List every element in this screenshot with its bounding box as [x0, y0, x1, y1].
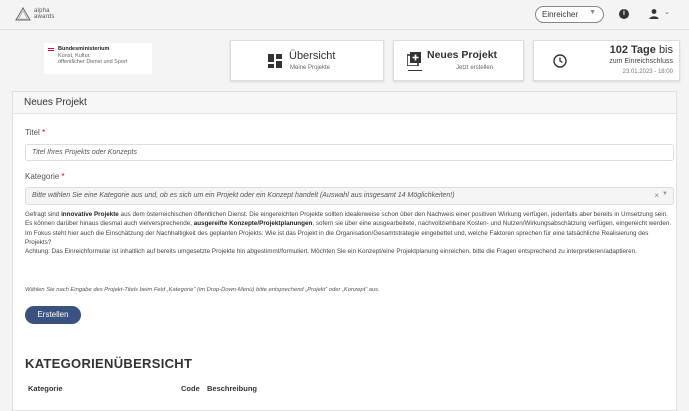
category-overview-heading: KATEGORIENÜBERSICHT — [25, 356, 193, 371]
austria-flag-icon — [48, 48, 54, 51]
active-indicator — [408, 70, 422, 71]
column-header-category[interactable]: Kategorie — [28, 384, 63, 393]
category-label-text: Kategorie — [25, 172, 60, 181]
role-select[interactable]: Einreicher ▼ — [535, 6, 604, 23]
category-select[interactable]: Bitte wählen Sie eine Kategorie aus und,… — [25, 187, 674, 205]
alpha-awards-logo[interactable]: alpha awards — [15, 7, 55, 21]
top-bar: alpha awards Einreicher ▼ i ⌄ — [0, 0, 689, 30]
deadline-days-value: 102 Tage — [609, 44, 656, 56]
title-input-placeholder: Titel Ihres Projekts oder Konzepts — [32, 149, 137, 156]
category-hint: Wählen Sie nach Eingabe des Projekt-Tite… — [25, 287, 380, 293]
logo-line-2: awards — [34, 14, 55, 20]
deadline-card: 102 Tage bis zum Einreichschluss 23.01.2… — [533, 40, 680, 81]
chevron-down-icon: ▼ — [589, 9, 596, 16]
new-project-panel: Neues Projekt Titel * Titel Ihres Projek… — [12, 91, 677, 411]
title-input[interactable]: Titel Ihres Projekts oder Konzepts — [25, 144, 674, 161]
description-paragraph-1: Gefragt sind innovative Projekte aus dem… — [25, 210, 673, 248]
user-menu-chevron-icon[interactable]: ⌄ — [664, 8, 670, 16]
title-label: Titel * — [25, 128, 45, 137]
desc-p1-d: ausgereifte Konzepte/Projektplanungen — [193, 220, 313, 228]
role-select-value: Einreicher — [542, 10, 579, 19]
nav-overview-subtitle: Meine Projekte — [290, 65, 331, 71]
ministry-line-3: öffentlicher Dienst und Sport — [58, 59, 128, 65]
column-header-code[interactable]: Code — [181, 384, 200, 393]
logo-text: alpha awards — [34, 8, 55, 20]
nav-new-project-title: Neues Projekt — [427, 49, 498, 61]
deadline-label: zum Einreichschluss — [609, 58, 673, 65]
create-button[interactable]: Erstellen — [25, 306, 81, 324]
column-header-description[interactable]: Beschreibung — [207, 384, 257, 393]
category-label: Kategorie * — [25, 172, 65, 181]
ministry-name: Bundesministerium — [58, 46, 110, 52]
nav-new-project-subtitle: Jetzt erstellen — [456, 65, 494, 71]
required-mark: * — [42, 128, 46, 137]
description-paragraph-2: Achtung: Das Einreichformular ist inhalt… — [25, 248, 637, 255]
nav-card-overview[interactable]: Übersicht Meine Projekte — [230, 40, 384, 81]
chevron-down-icon[interactable]: ▼ — [662, 191, 668, 197]
desc-p1-b: innovative Projekte — [61, 211, 119, 218]
deadline-until: bis — [658, 44, 673, 56]
dashboard-icon — [268, 54, 282, 68]
category-select-placeholder: Bitte wählen Sie eine Kategorie aus und,… — [32, 192, 455, 199]
deadline-days: 102 Tage bis — [610, 44, 673, 56]
desc-p1-a: Gefragt sind — [25, 211, 62, 218]
info-icon[interactable]: i — [619, 9, 629, 19]
clear-icon[interactable]: × — [654, 191, 659, 200]
panel-title: Neues Projekt — [13, 92, 676, 114]
triangle-logo-icon — [15, 7, 31, 21]
user-icon[interactable] — [648, 8, 660, 20]
add-project-icon — [407, 52, 421, 66]
nav-overview-title: Übersicht — [289, 50, 336, 62]
ministry-logo: Bundesministerium Kunst, Kultur, öffentl… — [44, 43, 152, 74]
deadline-date: 23.01.2023 - 18:00 — [622, 69, 673, 75]
title-label-text: Titel — [25, 128, 40, 137]
clock-icon — [553, 54, 567, 68]
nav-card-new-project[interactable]: Neues Projekt Jetzt erstellen — [393, 40, 524, 81]
required-mark: * — [61, 172, 65, 181]
